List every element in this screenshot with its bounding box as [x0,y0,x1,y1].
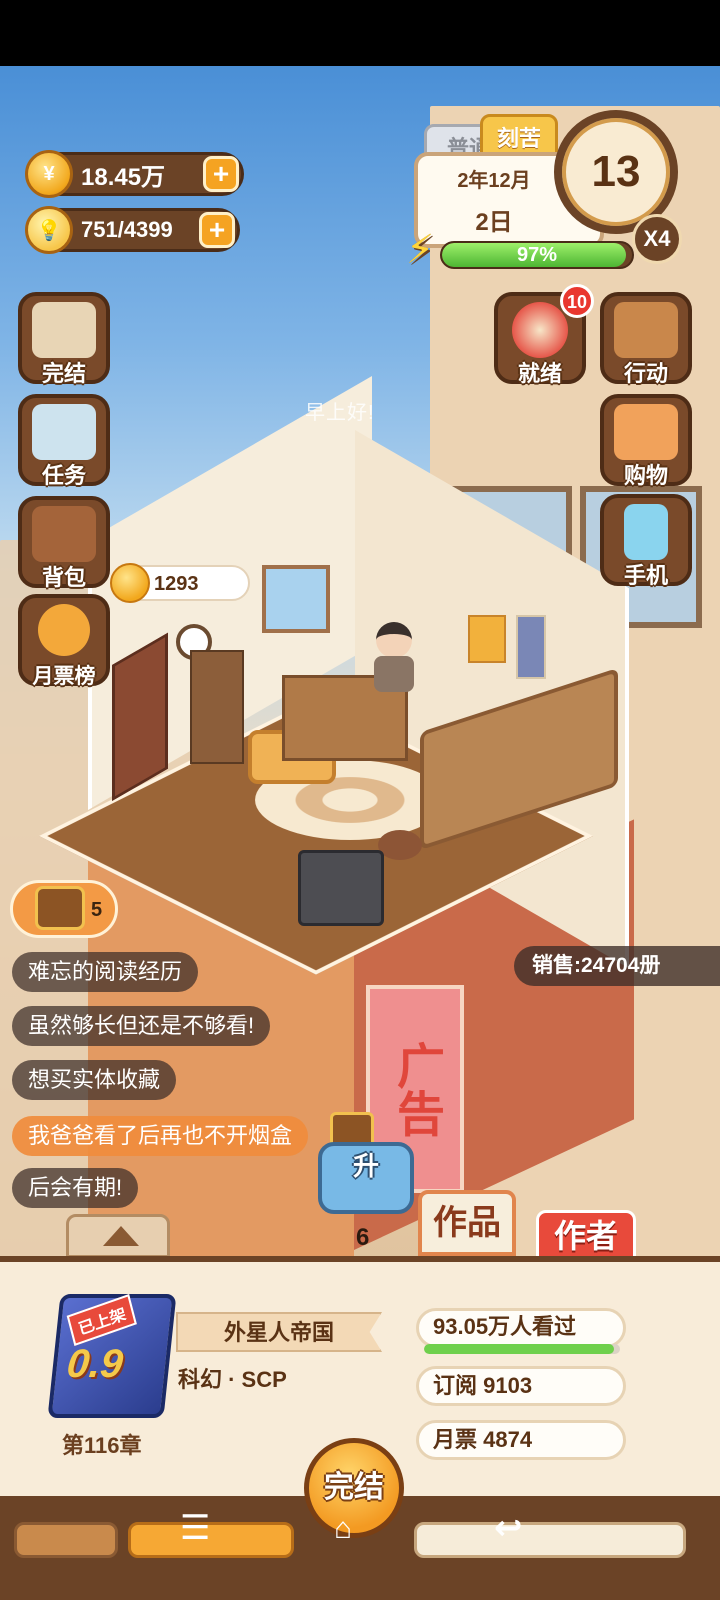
monthly-votes-stat: 月票 4874 [416,1420,626,1460]
treasure-chest-icon [35,886,85,930]
chevron-up-icon [103,1226,139,1246]
tab-author[interactable]: 作者 [536,1210,636,1260]
room-window [262,565,330,633]
date-month: 2年12月 [457,170,531,192]
book-genre: 科幻 · SCP [178,1367,287,1392]
ready-menu-label: 就绪 [517,361,562,386]
television[interactable] [298,850,384,926]
reader-comment: 虽然够长但还是不够看! [12,1006,271,1046]
upgrade-count: 6 [356,1224,370,1251]
lightning-icon[interactable]: ⚡ [406,226,446,274]
upgrade-label: 升 [352,1151,379,1181]
stamina-bar: 97% [440,241,634,269]
ready-menu-button[interactable]: 10 就绪 [494,284,594,386]
subscriptions-stat: 订阅 9103 [416,1366,626,1406]
collapse-panel-button[interactable] [66,1214,170,1258]
tasks-menu-label: 任务 [41,463,86,488]
lightbulb-icon: 💡 [25,206,73,254]
speed-toggle-button[interactable]: X4 [632,214,682,264]
reader-comment: 后会有期! [12,1168,139,1208]
phone-menu-label: 手机 [623,563,668,588]
room-coin-bubble[interactable]: 1293 [110,563,250,603]
treasure-chest-button[interactable]: 5 [10,880,118,938]
target-icon [512,302,568,358]
monthly-rank-menu-button[interactable]: 月票榜 [18,594,110,688]
stamina-text: 97% [516,244,558,266]
energy-counter: 💡 751/4399 + [25,206,240,254]
bag-menu-label: 背包 [41,565,86,590]
greeting-text: 早上好! [305,402,375,424]
shop-menu-button[interactable]: 购物 [600,394,692,488]
back-icon[interactable]: ↩ [494,1508,523,1548]
bottom-slot-progress[interactable] [128,1522,294,1558]
pet-dog[interactable] [378,830,422,860]
book-chapter: 第116章 [62,1433,142,1458]
coin-value: 18.45万 [81,163,166,191]
book-rating: 0.9 [64,1342,126,1386]
finish-book-button[interactable]: 完结 [304,1438,404,1538]
action-menu-button[interactable]: 行动 [600,292,692,386]
tab-works[interactable]: 作品 [418,1190,516,1256]
views-progress-bar [424,1344,620,1354]
menu-icon[interactable]: ☰ [180,1508,210,1548]
book-cover[interactable]: 已上架 0.9 [47,1294,177,1418]
tasks-menu-button[interactable]: 任务 [18,394,110,488]
clipboard-icon [32,404,96,460]
upgrade-button[interactable]: 升 [318,1142,414,1214]
shop-menu-label: 购物 [623,463,668,488]
finish-menu-button[interactable]: 完结 [18,292,110,386]
finish-menu-label: 完结 [41,361,86,386]
sales-counter: 销售:24704册 [514,946,720,986]
reader-comment: 难忘的阅读经历 [12,952,199,992]
book-icon [32,302,96,358]
door-icon [614,302,678,358]
bottom-slot-right[interactable] [414,1522,686,1558]
views-stat: 93.05万人看过 [416,1308,626,1348]
room-coin-value: 1293 [154,573,199,595]
bookshelf[interactable] [190,650,244,764]
shop-icon [614,404,678,460]
published-tag: 已上架 [66,1294,137,1346]
phone-icon [624,504,668,560]
views-progress-fill [424,1344,615,1354]
treasure-chest-count: 5 [91,899,103,921]
bag-menu-button[interactable]: 背包 [18,496,110,590]
time-dial-value: 13 [591,147,641,196]
wall-poster [516,615,546,679]
home-icon[interactable]: ⌂ [334,1512,352,1546]
reader-comment-highlighted[interactable]: 我爸爸看了后再也不开烟盒 [12,1116,309,1156]
award-poster [468,615,506,663]
coin-icon [110,563,150,603]
ready-badge: 10 [560,284,594,318]
add-coins-button[interactable]: + [203,156,239,192]
backpack-icon [32,506,96,562]
status-bar [0,0,720,66]
action-menu-label: 行动 [623,361,668,386]
bottom-slot-left[interactable] [14,1522,118,1558]
add-energy-button[interactable]: + [199,212,235,248]
coin-icon: ¥ [25,150,73,198]
reader-comment: 想买实体收藏 [12,1060,177,1100]
energy-value: 751/4399 [81,217,173,242]
coin-counter: ¥ 18.45万 + [25,150,244,198]
book-title: 外星人帝国 [176,1312,382,1352]
writer-character[interactable] [370,622,416,692]
medal-icon [38,604,90,656]
phone-menu-button[interactable]: 手机 [600,494,692,588]
monthly-rank-menu-label: 月票榜 [32,665,96,688]
